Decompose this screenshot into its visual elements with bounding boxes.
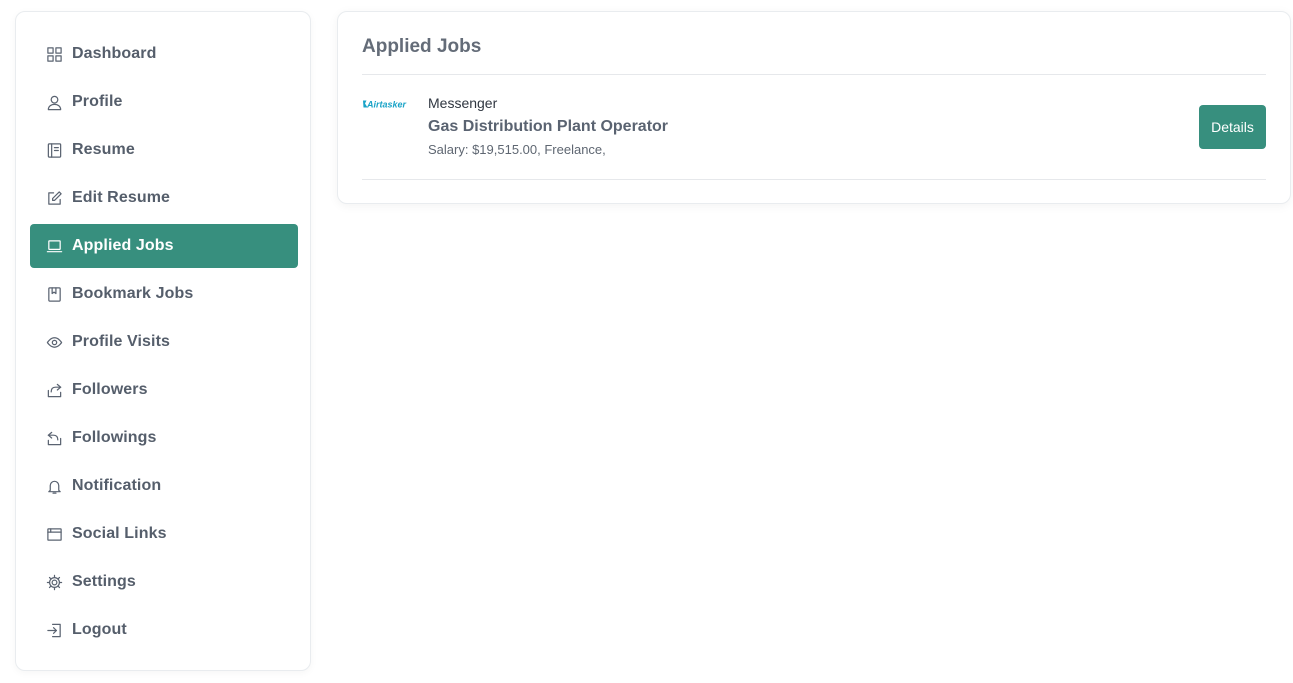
sidebar-item-label: Resume [72, 141, 135, 158]
applied-jobs-panel: Applied Jobs Airtasker Messenger Gas Dis… [337, 11, 1291, 204]
user-icon [45, 93, 63, 111]
sidebar-item-label: Logout [72, 621, 127, 638]
sidebar-item-label: Social Links [72, 525, 167, 542]
sidebar-item-label: Profile Visits [72, 333, 171, 350]
share-back-icon [45, 429, 63, 447]
sidebar-item-label: Profile [72, 93, 123, 110]
sidebar-nav: Dashboard Profile Resume Edit Resume App… [30, 32, 298, 656]
logout-icon [45, 621, 63, 639]
edit-icon [45, 189, 63, 207]
bookmark-book-icon [45, 285, 63, 303]
sidebar-item-edit-resume[interactable]: Edit Resume [30, 176, 298, 220]
company-name[interactable]: Messenger [428, 94, 668, 112]
laptop-icon [45, 237, 63, 255]
bell-icon [45, 477, 63, 495]
job-salary: Salary: $19,515.00, Freelance, [428, 142, 606, 157]
share-out-icon [45, 381, 63, 399]
gear-icon [45, 573, 63, 591]
sidebar-item-label: Dashboard [72, 45, 157, 62]
sidebar-item-settings[interactable]: Settings [30, 560, 298, 604]
sidebar-item-label: Applied Jobs [72, 237, 174, 254]
sidebar-item-label: Followers [72, 381, 148, 398]
company-logo[interactable]: Airtasker [362, 97, 416, 111]
eye-icon [45, 333, 63, 351]
sidebar-item-followers[interactable]: Followers [30, 368, 298, 412]
page-title: Applied Jobs [362, 36, 482, 57]
job-list-item: Airtasker Messenger Gas Distribution Pla… [362, 75, 1266, 179]
sidebar-item-label: Bookmark Jobs [72, 285, 194, 302]
sidebar-item-followings[interactable]: Followings [30, 416, 298, 460]
sidebar: Dashboard Profile Resume Edit Resume App… [15, 11, 311, 671]
divider [362, 179, 1266, 180]
sidebar-item-logout[interactable]: Logout [30, 608, 298, 652]
job-title[interactable]: Gas Distribution Plant Operator [428, 117, 668, 137]
sidebar-item-applied-jobs[interactable]: Applied Jobs [30, 224, 298, 268]
sidebar-item-profile-visits[interactable]: Profile Visits [30, 320, 298, 364]
dashboard-grid-icon [45, 45, 63, 63]
details-button[interactable]: Details [1199, 105, 1266, 149]
sidebar-item-label: Settings [72, 573, 136, 590]
sidebar-item-social-links[interactable]: Social Links [30, 512, 298, 556]
sidebar-item-label: Followings [72, 429, 157, 446]
browser-window-icon [45, 525, 63, 543]
sidebar-item-dashboard[interactable]: Dashboard [30, 32, 298, 76]
svg-text:Airtasker: Airtasker [366, 100, 407, 110]
sidebar-item-label: Edit Resume [72, 189, 171, 206]
sidebar-item-profile[interactable]: Profile [30, 80, 298, 124]
sidebar-item-notification[interactable]: Notification [30, 464, 298, 508]
job-info: Messenger Gas Distribution Plant Operato… [428, 94, 668, 159]
resume-book-icon [45, 141, 63, 159]
sidebar-item-resume[interactable]: Resume [30, 128, 298, 172]
sidebar-item-label: Notification [72, 477, 162, 494]
sidebar-item-bookmark-jobs[interactable]: Bookmark Jobs [30, 272, 298, 316]
